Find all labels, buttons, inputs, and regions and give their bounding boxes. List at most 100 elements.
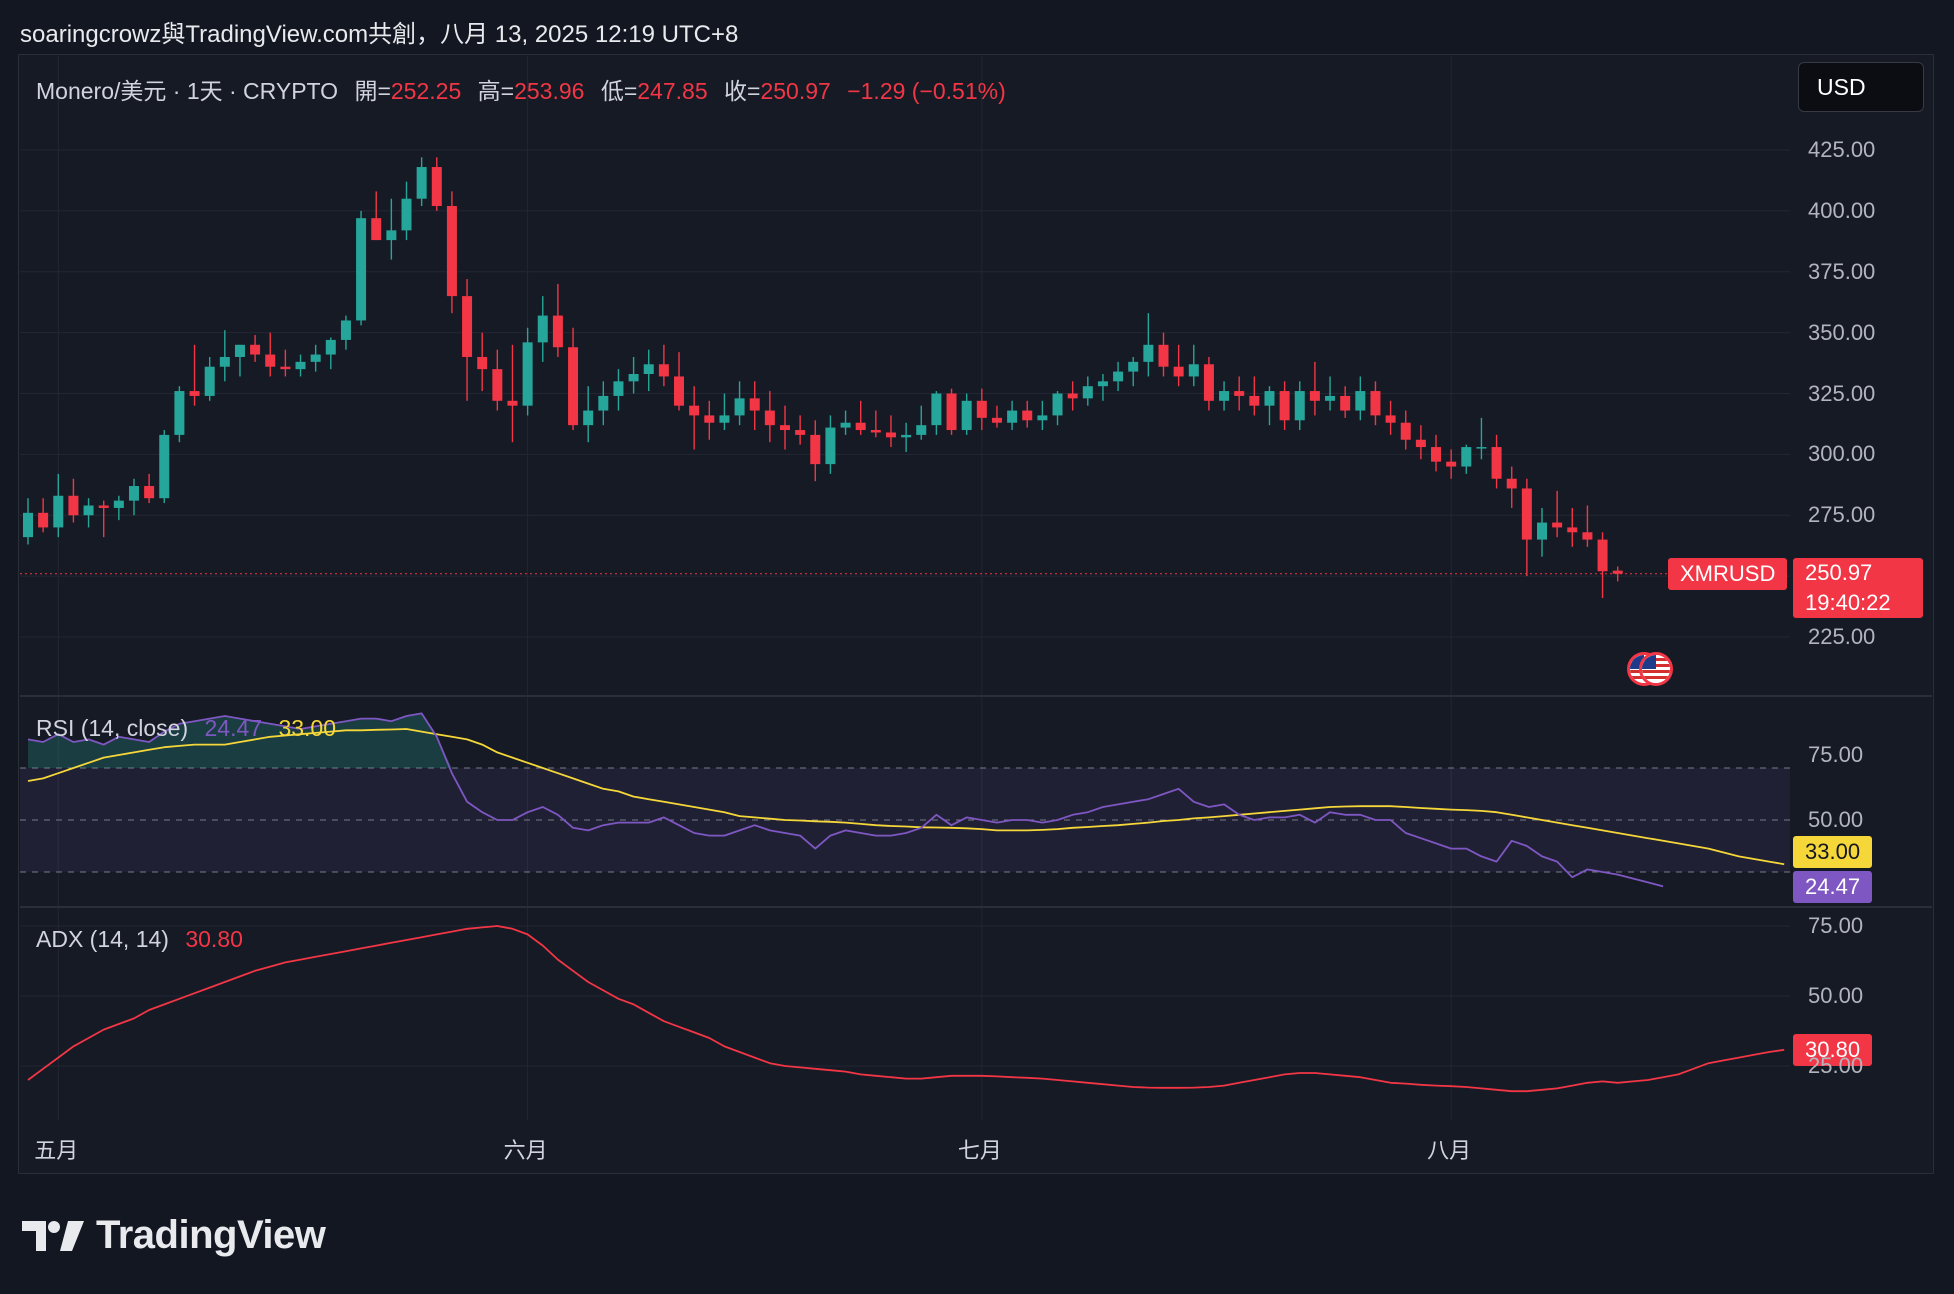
price-tick-label: 275.00 (1808, 502, 1876, 528)
candle-body (552, 315, 563, 348)
rsi-ma-tag: 33.00 (1793, 836, 1873, 868)
candle-body (113, 500, 124, 508)
candle-body (401, 198, 412, 231)
candle-body (931, 393, 942, 426)
candle-body (1234, 391, 1245, 396)
candle-body (1082, 386, 1093, 399)
candle-body (568, 347, 579, 426)
last-price: 250.97 (1805, 560, 1873, 585)
candle-body (325, 339, 336, 355)
candle-body (734, 398, 745, 416)
candle-body (1597, 539, 1608, 572)
low-value: 低=247.85 (600, 78, 708, 104)
candle-body (1037, 415, 1048, 421)
candle-body (1007, 410, 1018, 423)
candle-body (613, 381, 624, 396)
candle-body (53, 495, 64, 528)
candle-body (310, 354, 321, 362)
candle-body (38, 512, 49, 528)
rsi-tag: 24.47 (1793, 871, 1873, 903)
last-price-tag: 250.97 19:40:22 (1793, 558, 1923, 618)
candle-body (1461, 447, 1472, 467)
candle-body (446, 206, 457, 297)
candle-body (128, 486, 139, 501)
month-label: 六月 (503, 1138, 548, 1163)
symbol-legend: Monero/美元 · 1天 · CRYPTO 開=252.25 高=253.9… (36, 72, 1016, 106)
candle-body (431, 167, 442, 207)
candle-body (1415, 439, 1426, 448)
candle-body (916, 425, 927, 435)
candle-body (840, 422, 851, 428)
rsi-legend[interactable]: RSI (14, close) 24.47 33.00 (36, 715, 346, 742)
candle-body (689, 405, 700, 416)
symbol-name[interactable]: Monero/美元 · 1天 · CRYPTO (36, 78, 338, 104)
adx-tick-label: 50.00 (1808, 983, 1864, 1008)
adx-legend[interactable]: ADX (14, 14) 30.80 (36, 926, 253, 953)
candle-body (704, 415, 715, 423)
candle-body (492, 369, 503, 401)
chart-canvas[interactable] (0, 0, 1954, 1294)
candle-body (537, 315, 548, 343)
candle-body (356, 218, 367, 321)
candle-body (901, 434, 912, 438)
candle-body (1506, 478, 1517, 489)
candle-body (1128, 361, 1139, 372)
candle-body (1370, 391, 1381, 416)
candle-body (1340, 395, 1351, 411)
candle-body (280, 366, 291, 370)
tradingview-wordmark: TradingView (96, 1213, 326, 1257)
rsi-label: RSI (14, close) (36, 715, 189, 741)
candle-body (1446, 461, 1457, 467)
candle-body (68, 495, 79, 516)
candle-body (780, 425, 790, 431)
candle-body (991, 417, 1002, 423)
candle-body (1158, 344, 1169, 367)
ticker-tag: XMRUSD (1668, 558, 1788, 590)
candle-body (1325, 395, 1336, 401)
candle-body (522, 342, 533, 406)
candle-body (1249, 395, 1260, 406)
candle-body (159, 434, 170, 499)
candle-body (265, 354, 276, 367)
candle-body (1022, 410, 1033, 421)
candle-body (23, 512, 33, 538)
candle-body (416, 167, 427, 199)
candle-body (1521, 488, 1532, 540)
price-tick-label: 325.00 (1808, 380, 1876, 406)
candle-body (1052, 393, 1063, 416)
candle-body (371, 218, 382, 241)
candle-body (1143, 344, 1154, 362)
candle-body (1537, 522, 1547, 540)
candle-body (658, 364, 669, 377)
candle-body (1355, 391, 1366, 411)
candle-body (1294, 391, 1305, 421)
candle-body (795, 430, 806, 435)
candle-body (507, 400, 518, 406)
candle-body (810, 434, 821, 465)
tradingview-logo[interactable]: TradingView (22, 1213, 326, 1258)
candle-body (628, 374, 639, 382)
month-label: 七月 (957, 1138, 1002, 1163)
close-value: 收=250.97 (724, 78, 831, 104)
candle-body (1385, 415, 1396, 423)
month-label: 五月 (34, 1138, 79, 1163)
candle-body (204, 366, 215, 396)
candle-body (946, 393, 957, 431)
candle-body (1279, 391, 1290, 421)
candle-body (1491, 447, 1502, 479)
adx-label: ADX (14, 14) (36, 926, 169, 952)
candle-body (598, 395, 609, 411)
currency-button[interactable]: USD (1798, 62, 1924, 112)
candle-body (462, 296, 473, 357)
candle-body (1097, 381, 1108, 387)
candle-body (1309, 391, 1320, 401)
candle-body (144, 486, 155, 499)
price-tick-label: 300.00 (1808, 441, 1876, 467)
candle-body (1476, 447, 1487, 449)
candle-body (1219, 391, 1230, 401)
us-flag-event-icon[interactable] (1639, 652, 1673, 686)
candle-body (749, 398, 760, 411)
high-value: 高=253.96 (477, 78, 585, 104)
open-value: 開=252.25 (354, 78, 462, 104)
candle-body (885, 432, 896, 438)
